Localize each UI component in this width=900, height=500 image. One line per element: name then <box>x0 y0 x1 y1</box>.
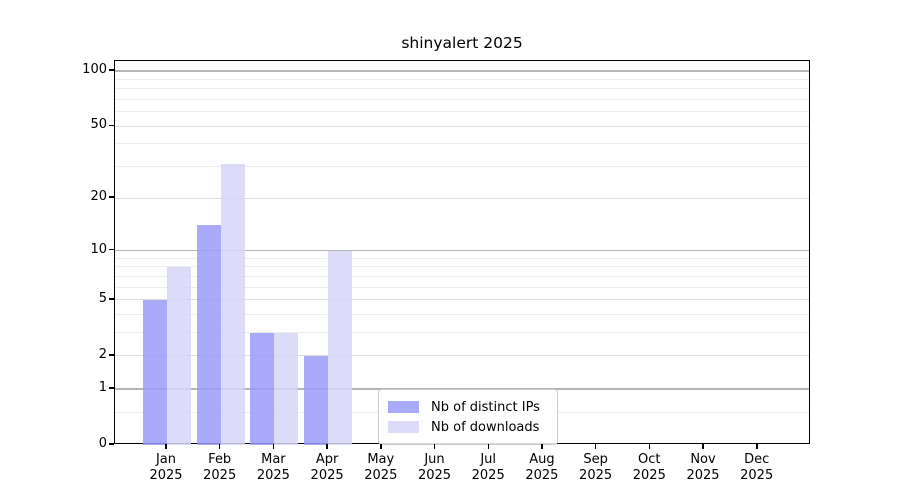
y-tick-label: 20 <box>90 189 107 205</box>
x-tick-mark <box>702 444 704 449</box>
bar-downloads-jan <box>167 266 191 445</box>
y-tick-mark <box>108 124 114 126</box>
bar-distinct-ips-apr <box>304 355 329 445</box>
bar-distinct-ips-jan <box>143 299 167 445</box>
legend-item-distinct-ips: Nb of distinct IPs <box>388 397 547 417</box>
x-tick-mark <box>648 444 650 449</box>
x-tick-mark <box>594 444 597 449</box>
bar-downloads-feb <box>220 164 245 445</box>
chart-title: shinyalert 2025 <box>401 34 523 52</box>
x-tick-mark <box>380 444 382 449</box>
y-tick-label: 2 <box>98 346 107 362</box>
y-tick-label: 5 <box>98 290 107 306</box>
legend-item-downloads: Nb of downloads <box>388 417 547 437</box>
plot-area: Nb of distinct IPs Nb of downloads <box>114 60 810 445</box>
y-tick-mark <box>108 387 114 389</box>
y-tick-mark <box>108 298 114 300</box>
x-tick-mark <box>487 444 489 449</box>
legend-swatch-distinct-ips <box>388 401 419 413</box>
x-tick-year: 2025 <box>740 467 774 483</box>
x-tick-mark <box>433 444 436 449</box>
chart-figure: shinyalert 2025 Nb of distinct IPs Nb of… <box>0 0 900 500</box>
x-tick-mark <box>756 444 758 449</box>
bar-downloads-apr <box>328 250 353 445</box>
x-tick-mark <box>165 444 167 449</box>
bar-distinct-ips-mar <box>250 332 275 445</box>
bar-distinct-ips-feb <box>196 225 221 445</box>
y-tick-mark <box>108 248 114 251</box>
legend: Nb of distinct IPs Nb of downloads <box>378 389 558 445</box>
x-tick-month: Dec <box>744 452 770 467</box>
y-tick-label: 100 <box>82 61 107 77</box>
x-tick-mark <box>272 444 275 449</box>
legend-label-distinct-ips: Nb of distinct IPs <box>431 399 540 415</box>
legend-swatch-downloads <box>388 421 419 433</box>
bars-layer <box>115 61 809 445</box>
y-tick-label: 10 <box>90 241 107 257</box>
x-tick-mark <box>326 444 328 449</box>
x-tick-mark <box>541 444 543 449</box>
x-tick-label: Dec 2025 <box>725 452 789 483</box>
y-tick-mark <box>108 69 114 71</box>
bar-downloads-mar <box>274 332 299 445</box>
y-tick-mark <box>108 443 114 445</box>
x-tick-mark <box>218 444 221 449</box>
y-tick-label: 0 <box>98 436 107 451</box>
y-tick-label: 1 <box>98 379 107 395</box>
legend-label-downloads: Nb of downloads <box>431 419 540 435</box>
y-tick-mark <box>108 354 114 356</box>
y-tick-mark <box>108 196 114 198</box>
y-tick-label: 50 <box>90 117 107 133</box>
